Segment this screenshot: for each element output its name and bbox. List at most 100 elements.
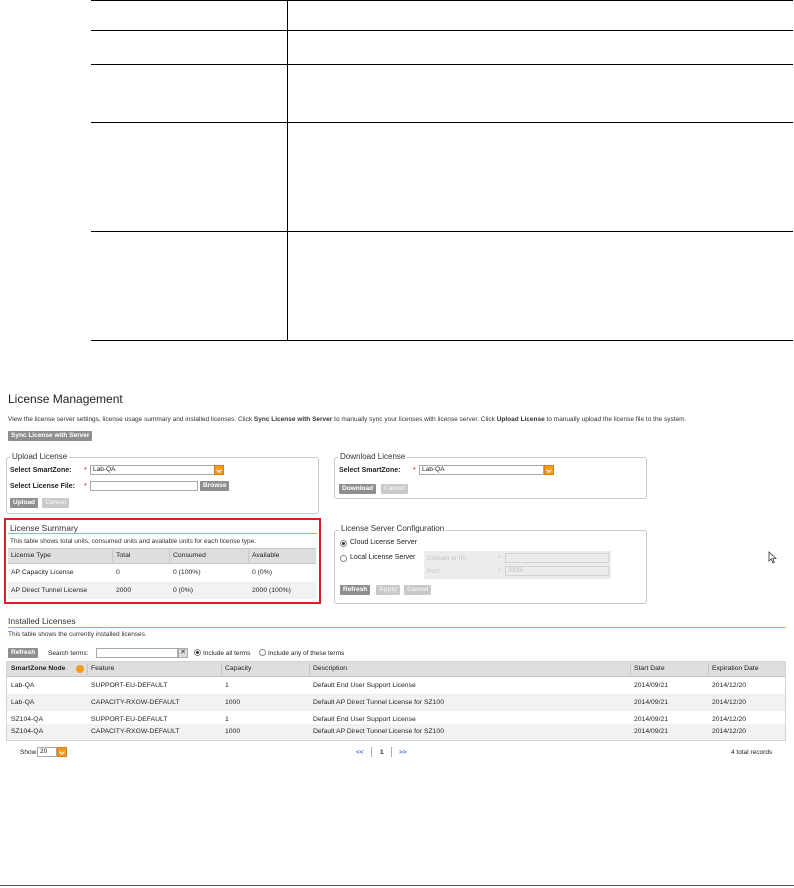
column-header[interactable]: Capacity: [225, 662, 251, 676]
sort-ascending-icon[interactable]: [76, 665, 84, 673]
chevron-down-icon[interactable]: [544, 465, 554, 475]
license-summary-description: This table shows total units, consumed u…: [10, 538, 257, 545]
installed-licenses-title: Installed Licenses: [8, 616, 76, 626]
local-server-label: Local License Server: [350, 554, 416, 561]
column-header[interactable]: Start Date: [634, 662, 665, 676]
desc-mid: to manually sync your licenses with lice…: [332, 416, 497, 423]
include-any-radio[interactable]: [259, 649, 266, 656]
license-file-input[interactable]: [90, 481, 198, 491]
include-any-label: Include any of these terms: [268, 650, 345, 657]
download-license-legend: Download License: [338, 452, 408, 461]
license-total: 2000: [116, 587, 132, 594]
cloud-server-label: Cloud License Server: [350, 539, 417, 546]
column-header: Available: [252, 552, 280, 559]
cell-description: Default AP Direct Tunnel License for SZ1…: [313, 728, 444, 735]
server-refresh-button[interactable]: Refresh: [340, 585, 371, 595]
cell-node: Lab-QA: [11, 682, 35, 689]
bottom-rule: [0, 885, 794, 886]
desc-post: to manually upload the license file to t…: [544, 416, 687, 423]
cell-start-date: 2014/09/21: [634, 699, 669, 706]
required-mark: *: [84, 483, 87, 490]
server-cancel-button[interactable]: Cancel: [404, 585, 432, 595]
cell-feature: CAPACITY-RXGW-DEFAULT: [91, 699, 180, 706]
cell-expiration-date: 2014/12/20: [712, 699, 747, 706]
clear-search-icon[interactable]: ✕: [178, 648, 188, 658]
table-row: AP Direct Tunnel License 2000 0 (0%) 200…: [8, 582, 316, 599]
total-records: 4 total records: [731, 749, 773, 756]
download-smartzone-label: Select SmartZone:: [339, 467, 401, 474]
show-label: Show: [20, 749, 37, 756]
pager-current[interactable]: 1: [380, 749, 384, 756]
domain-input[interactable]: [505, 553, 609, 563]
browse-button[interactable]: Browse: [200, 481, 230, 491]
desc-sync: Sync License with Server: [253, 416, 333, 423]
upload-file-label: Select License File:: [10, 483, 75, 490]
license-consumed: 0 (0%): [173, 587, 194, 594]
license-available: 2000 (100%): [252, 587, 291, 594]
column-header-sorted[interactable]: SmartZone Node: [11, 662, 65, 676]
license-consumed: 0 (100%): [173, 569, 201, 576]
column-header: License Type: [11, 552, 51, 559]
license-summary-table: License Type Total Consumed Available AP…: [8, 548, 316, 599]
installed-licenses-table: SmartZone Node Feature Capacity Descript…: [6, 661, 786, 741]
cell-description: Default End User Support License: [313, 682, 416, 689]
column-header[interactable]: Expiration Date: [712, 662, 758, 676]
cell-feature: SUPPORT-EU-DEFAULT: [91, 682, 168, 689]
license-summary-title: License Summary: [10, 523, 79, 533]
upload-button[interactable]: Upload: [10, 498, 39, 508]
cell-description: Default AP Direct Tunnel License for SZ1…: [313, 699, 444, 706]
license-type: AP Capacity License: [11, 569, 74, 576]
table-row[interactable]: Lab-QA SUPPORT-EU-DEFAULT 1 Default End …: [7, 677, 785, 694]
pager-first[interactable]: <<: [356, 749, 364, 756]
license-summary-header: License Type Total Consumed Available: [8, 548, 316, 564]
port-input[interactable]: 3333: [505, 566, 609, 576]
license-available: 0 (0%): [252, 569, 273, 576]
server-apply-button[interactable]: Apply: [376, 585, 401, 595]
license-total: 0: [116, 569, 120, 576]
cell-node: SZ104-QA: [11, 728, 44, 735]
sync-license-button[interactable]: Sync License with Server: [8, 431, 93, 441]
desc-upload: Upload License: [496, 416, 545, 423]
pager-last[interactable]: >>: [399, 749, 407, 756]
download-cancel-button[interactable]: Cancel: [381, 484, 409, 494]
search-input[interactable]: [96, 648, 178, 658]
download-smartzone-select[interactable]: Lab-QA: [419, 465, 544, 475]
cell-feature: CAPACITY-RXGW-DEFAULT: [91, 728, 180, 735]
installed-licenses-description: This table shows the currently installed…: [8, 631, 147, 638]
required-mark: *: [498, 568, 501, 575]
cell-node: Lab-QA: [11, 699, 35, 706]
mouse-pointer-icon: [768, 551, 777, 564]
cell-start-date: 2014/09/21: [634, 728, 669, 735]
cell-capacity: 1000: [225, 728, 241, 735]
download-button[interactable]: Download: [339, 484, 377, 494]
upload-smartzone-label: Select SmartZone:: [10, 467, 72, 474]
include-all-label: Include all terms: [203, 650, 251, 657]
installed-licenses-header: SmartZone Node Feature Capacity Descript…: [7, 662, 785, 677]
column-header[interactable]: Feature: [91, 662, 114, 676]
cell-expiration-date: 2014/12/20: [712, 682, 747, 689]
upload-cancel-button[interactable]: Cancel: [42, 498, 70, 508]
table-row[interactable]: Lab-QA CAPACITY-RXGW-DEFAULT 1000 Defaul…: [7, 694, 785, 711]
desc-pre: View the license server settings, licens…: [8, 416, 254, 423]
installed-refresh-button[interactable]: Refresh: [8, 648, 39, 658]
required-mark: *: [498, 555, 501, 562]
license-server-legend: License Server Configuration: [339, 524, 447, 533]
domain-label: Domain or IP:: [427, 555, 467, 562]
table-row[interactable]: SZ104-QA CAPACITY-RXGW-DEFAULT 1000 Defa…: [7, 724, 785, 740]
include-all-radio[interactable]: [194, 649, 201, 656]
page-description: View the license server settings, licens…: [8, 416, 686, 423]
local-server-radio[interactable]: [340, 555, 347, 562]
cloud-server-radio[interactable]: [340, 540, 347, 547]
page-size-select[interactable]: 20: [37, 747, 57, 757]
column-header: Consumed: [173, 552, 206, 559]
column-header[interactable]: Description: [313, 662, 347, 676]
license-type: AP Direct Tunnel License: [11, 587, 88, 594]
cell-capacity: 1000: [225, 699, 241, 706]
chevron-down-icon[interactable]: [57, 747, 67, 757]
upload-smartzone-select[interactable]: Lab-QA: [90, 465, 215, 475]
cell-capacity: 1: [225, 682, 229, 689]
cell-start-date: 2014/09/21: [634, 682, 669, 689]
required-mark: *: [413, 467, 416, 474]
chevron-down-icon[interactable]: [214, 465, 224, 475]
page-title: License Management: [8, 392, 123, 406]
